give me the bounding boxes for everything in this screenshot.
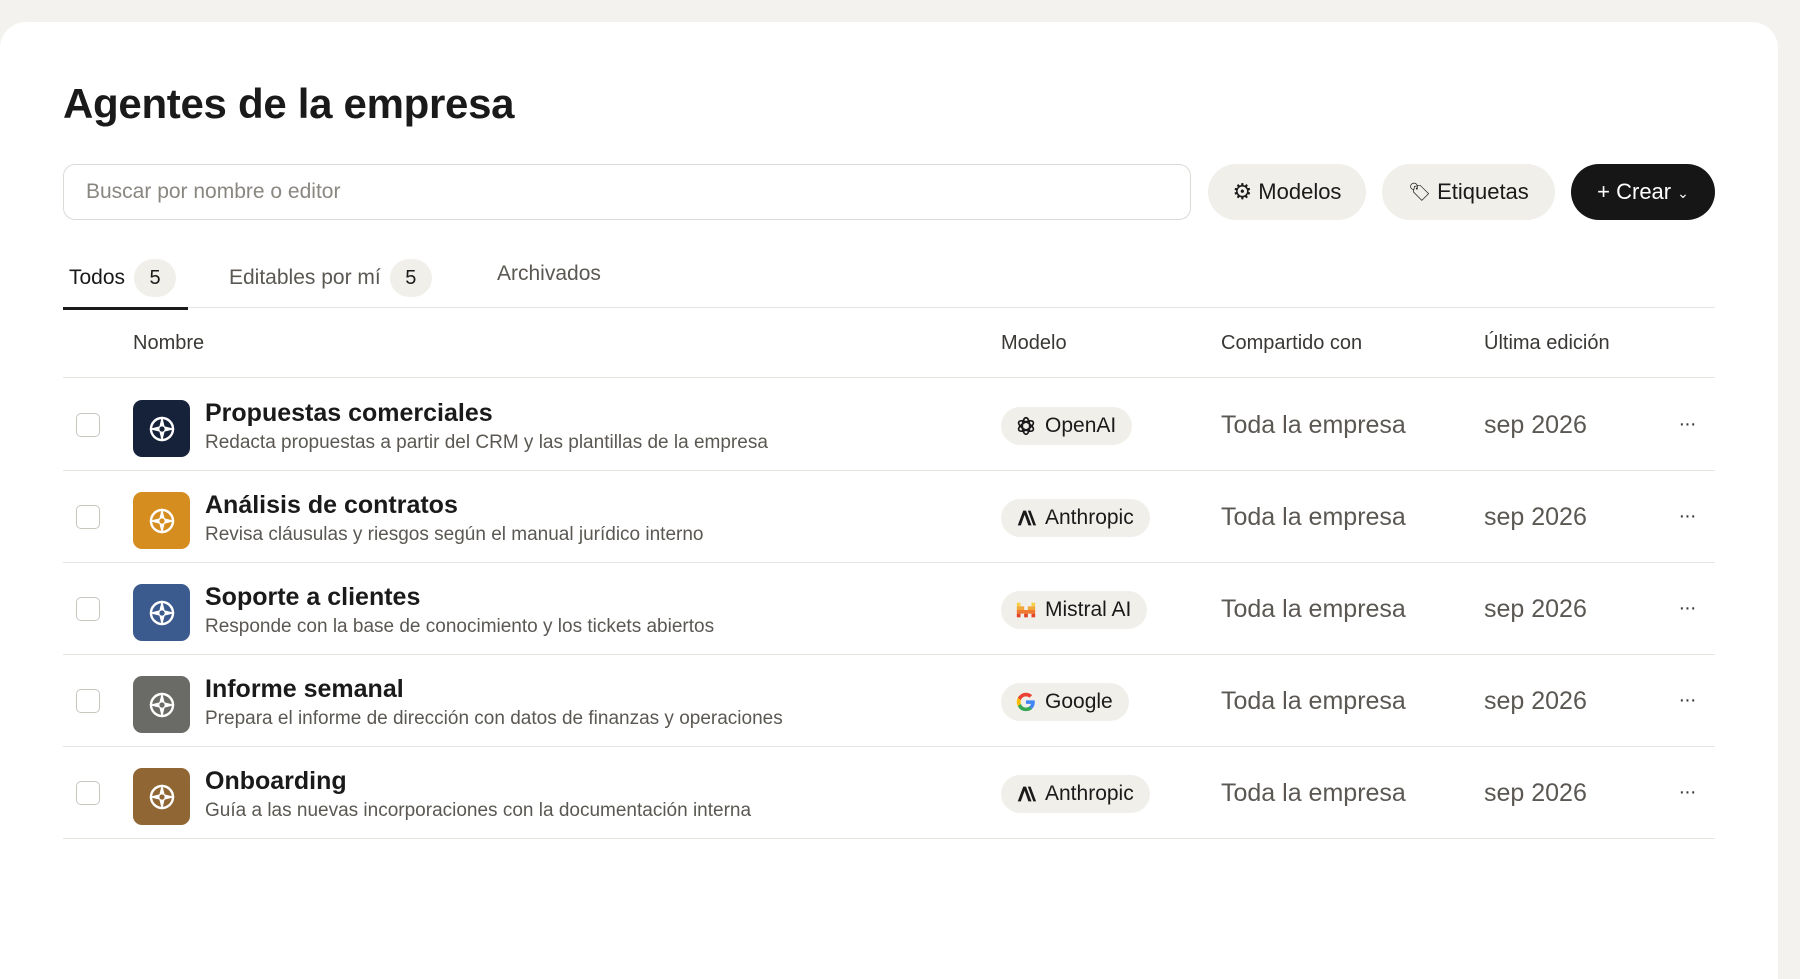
agent-description: Responde con la base de conocimiento y l… bbox=[205, 616, 715, 637]
more-options-icon[interactable]: ··· bbox=[1675, 685, 1699, 715]
agent-name[interactable]: Propuestas comerciales bbox=[205, 399, 493, 428]
model-badge: Mistral AI bbox=[1001, 591, 1148, 629]
row-checkbox[interactable] bbox=[76, 505, 100, 529]
chevron-down-icon: ⌄ bbox=[1677, 184, 1689, 201]
tab-all-label: Todos bbox=[69, 266, 126, 289]
model-name: OpenAI bbox=[1045, 414, 1117, 437]
table-row[interactable]: Soporte a clientes Responde con la base … bbox=[63, 563, 1715, 655]
more-options-icon[interactable]: ··· bbox=[1675, 593, 1699, 623]
table-header: Nombre Modelo Compartido con Última edic… bbox=[63, 308, 1715, 378]
tags-filter-button[interactable]: 🏷 Etiquetas bbox=[1382, 164, 1555, 220]
compass-icon bbox=[148, 783, 175, 810]
column-header-model[interactable]: Modelo bbox=[1001, 308, 1067, 378]
last-edited: sep 2026 bbox=[1484, 779, 1587, 807]
column-header-name[interactable]: Nombre bbox=[133, 308, 204, 378]
table-row[interactable]: Informe semanal Prepara el informe de di… bbox=[63, 655, 1715, 747]
shared-with: Toda la empresa bbox=[1221, 411, 1406, 439]
google-logo-icon bbox=[1015, 691, 1037, 713]
create-button-label: + Crear bbox=[1597, 179, 1672, 204]
create-button[interactable]: + Crear ⌄ bbox=[1571, 164, 1715, 220]
row-checkbox[interactable] bbox=[76, 413, 100, 437]
last-edited: sep 2026 bbox=[1484, 687, 1587, 715]
gear-icon: ⚙ bbox=[1232, 179, 1253, 204]
agent-avatar bbox=[133, 492, 190, 549]
agent-name[interactable]: Informe semanal bbox=[205, 675, 404, 704]
models-filter-label: Modelos bbox=[1258, 179, 1342, 204]
agent-name[interactable]: Soporte a clientes bbox=[205, 583, 420, 612]
tab-all-count: 5 bbox=[134, 259, 177, 297]
models-filter-button[interactable]: ⚙ Modelos bbox=[1208, 164, 1366, 220]
agent-description: Prepara el informe de dirección con dato… bbox=[205, 708, 783, 729]
agent-description: Revisa cláusulas y riesgos según el manu… bbox=[205, 524, 704, 545]
anthropic-logo-icon bbox=[1015, 507, 1037, 529]
tab-editable-label: Editables por mí bbox=[229, 266, 381, 289]
tab-bar: Todos 5 Editables por mí 5 Archivados bbox=[63, 248, 1715, 310]
search-input[interactable] bbox=[63, 164, 1191, 220]
agent-description: Guía a las nuevas incorporaciones con la… bbox=[205, 800, 752, 821]
model-name: Anthropic bbox=[1045, 782, 1134, 805]
shared-with: Toda la empresa bbox=[1221, 595, 1406, 623]
model-name: Mistral AI bbox=[1045, 598, 1132, 621]
model-badge: OpenAI bbox=[1001, 407, 1133, 445]
last-edited: sep 2026 bbox=[1484, 411, 1587, 439]
agent-avatar bbox=[133, 584, 190, 641]
table-row[interactable]: Onboarding Guía a las nuevas incorporaci… bbox=[63, 747, 1715, 839]
model-name: Google bbox=[1045, 690, 1113, 713]
agent-avatar bbox=[133, 676, 190, 733]
row-checkbox[interactable] bbox=[76, 597, 100, 621]
tab-editable-count: 5 bbox=[389, 259, 432, 297]
shared-with: Toda la empresa bbox=[1221, 503, 1406, 531]
agent-name[interactable]: Onboarding bbox=[205, 767, 347, 796]
row-checkbox[interactable] bbox=[76, 781, 100, 805]
more-options-icon[interactable]: ··· bbox=[1675, 777, 1699, 807]
model-badge: Anthropic bbox=[1001, 499, 1150, 537]
more-options-icon[interactable]: ··· bbox=[1675, 501, 1699, 531]
tab-all[interactable]: Todos 5 bbox=[63, 248, 188, 310]
openai-logo-icon bbox=[1015, 415, 1037, 437]
tag-icon: 🏷 bbox=[1408, 181, 1432, 202]
agent-avatar bbox=[133, 400, 190, 457]
row-checkbox[interactable] bbox=[76, 689, 100, 713]
tags-filter-label: Etiquetas bbox=[1437, 179, 1529, 204]
table-row[interactable]: Análisis de contratos Revisa cláusulas y… bbox=[63, 471, 1715, 563]
compass-icon bbox=[148, 415, 175, 442]
agent-avatar bbox=[133, 768, 190, 825]
model-badge: Anthropic bbox=[1001, 775, 1150, 813]
model-name: Anthropic bbox=[1045, 506, 1134, 529]
compass-icon bbox=[148, 691, 175, 718]
shared-with: Toda la empresa bbox=[1221, 779, 1406, 807]
table-row[interactable]: Propuestas comerciales Redacta propuesta… bbox=[63, 379, 1715, 471]
page-title: Agentes de la empresa bbox=[63, 80, 515, 127]
agent-name[interactable]: Análisis de contratos bbox=[205, 491, 458, 520]
tab-archived-label: Archivados bbox=[497, 262, 601, 285]
anthropic-logo-icon bbox=[1015, 783, 1037, 805]
last-edited: sep 2026 bbox=[1484, 595, 1587, 623]
model-badge: Google bbox=[1001, 683, 1129, 721]
tab-archived[interactable]: Archivados bbox=[497, 244, 601, 304]
tab-editable[interactable]: Editables por mí 5 bbox=[229, 248, 432, 308]
mistral-logo-icon bbox=[1015, 599, 1037, 621]
main-panel: Agentes de la empresa ⚙ Modelos 🏷 Etique… bbox=[0, 22, 1778, 979]
column-header-shared[interactable]: Compartido con bbox=[1221, 308, 1362, 378]
more-options-icon[interactable]: ··· bbox=[1675, 409, 1699, 439]
shared-with: Toda la empresa bbox=[1221, 687, 1406, 715]
compass-icon bbox=[148, 599, 175, 626]
column-header-edited[interactable]: Última edición bbox=[1484, 308, 1610, 378]
agent-description: Redacta propuestas a partir del CRM y la… bbox=[205, 432, 768, 453]
last-edited: sep 2026 bbox=[1484, 503, 1587, 531]
compass-icon bbox=[148, 507, 175, 534]
